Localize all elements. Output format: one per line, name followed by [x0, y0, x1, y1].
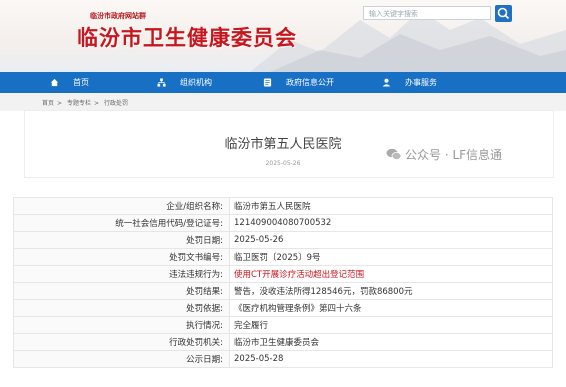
row-label: 违法违规行为: — [13, 265, 230, 283]
row-value: 临卫医罚〔2025〕9号 — [229, 248, 553, 266]
breadcrumb-separator: > — [93, 100, 100, 107]
nav-item-home[interactable]: 首页 — [50, 72, 89, 93]
service-icon — [382, 78, 391, 87]
table-row: 公示日期: 2025-05-28 — [13, 350, 553, 368]
wechat-watermark: 公众号 · LF信息通 — [386, 146, 502, 163]
wechat-icon — [386, 148, 402, 160]
nav-label-home: 首页 — [73, 78, 89, 87]
row-label: 行政处罚机关: — [13, 333, 230, 351]
nav-item-organization[interactable]: 组织机构 — [157, 72, 212, 93]
table-row: 统一社会信用代码/登记证号: 121409004080700532 — [13, 214, 553, 232]
table-row: 处罚依据: 《医疗机构管理条例》第四十六条 — [13, 299, 553, 317]
table-row: 违法违规行为: 使用CT开展诊疗活动超出登记范围 — [13, 265, 553, 283]
home-icon — [50, 78, 59, 87]
row-value: 2025-05-26 — [229, 231, 553, 249]
table-row: 处罚文书编号: 临卫医罚〔2025〕9号 — [13, 248, 553, 266]
table-row: 行政处罚机关: 临汾市卫生健康委员会 — [13, 333, 553, 351]
search-button[interactable] — [495, 5, 512, 22]
nav-item-services[interactable]: 办事服务 — [382, 72, 437, 93]
site-banner: 临汾市政府网站群 临汾市卫生健康委员会 输入关键字搜索 — [0, 0, 566, 72]
row-label: 处罚依据: — [13, 299, 230, 317]
gov-site-group-link[interactable]: 临汾市政府网站群 — [90, 11, 146, 21]
row-value: 警告，没收违法所得128546元，罚款86800元 — [229, 282, 553, 300]
nav-label-organization: 组织机构 — [180, 78, 212, 87]
row-value: 临汾市第五人民医院 — [229, 197, 553, 215]
row-value: 121409004080700532 — [229, 214, 553, 232]
watermark-text: 公众号 · LF信息通 — [405, 148, 503, 162]
row-value: 《医疗机构管理条例》第四十六条 — [229, 299, 553, 317]
table-row: 企业/组织名称: 临汾市第五人民医院 — [13, 197, 553, 215]
row-value: 使用CT开展诊疗活动超出登记范围 — [229, 265, 553, 283]
table-row: 处罚日期: 2025-05-26 — [13, 231, 553, 249]
row-value: 完全履行 — [229, 316, 553, 334]
row-value: 2025-05-28 — [229, 350, 553, 368]
row-label: 执行情况: — [13, 316, 230, 334]
info-icon — [263, 78, 272, 87]
row-label: 统一社会信用代码/登记证号: — [13, 214, 230, 232]
search-icon — [497, 7, 510, 20]
row-label: 企业/组织名称: — [13, 197, 230, 215]
row-label: 公示日期: — [13, 350, 230, 368]
table-row: 处罚结果: 警告，没收违法所得128546元，罚款86800元 — [13, 282, 553, 300]
row-label: 处罚日期: — [13, 231, 230, 249]
breadcrumb-special-topics[interactable]: 专题专栏 — [67, 100, 91, 107]
org-icon — [157, 78, 166, 87]
row-label: 处罚结果: — [13, 282, 230, 300]
breadcrumb-admin-penalty[interactable]: 行政处罚 — [104, 100, 128, 107]
penalty-info-table: 企业/组织名称: 临汾市第五人民医院 统一社会信用代码/登记证号: 12140900… — [13, 197, 553, 368]
nav-label-services: 办事服务 — [405, 78, 437, 87]
nav-item-gov-info[interactable]: 政府信息公开 — [263, 72, 334, 93]
row-value: 临汾市卫生健康委员会 — [229, 333, 553, 351]
search-input[interactable]: 输入关键字搜索 — [363, 6, 491, 20]
site-title: 临汾市卫生健康委员会 — [77, 26, 297, 50]
table-row: 执行情况: 完全履行 — [13, 316, 553, 334]
row-label: 处罚文书编号: — [13, 248, 230, 266]
main-nav: 首页 组织机构 政府信息公开 办事服务 — [0, 72, 566, 93]
breadcrumb-home[interactable]: 首页 — [42, 100, 54, 107]
nav-label-gov-info: 政府信息公开 — [286, 78, 334, 87]
breadcrumb-separator: > — [57, 100, 63, 107]
breadcrumb: 首页 > 专题专栏 > 行政处罚 — [42, 98, 131, 107]
